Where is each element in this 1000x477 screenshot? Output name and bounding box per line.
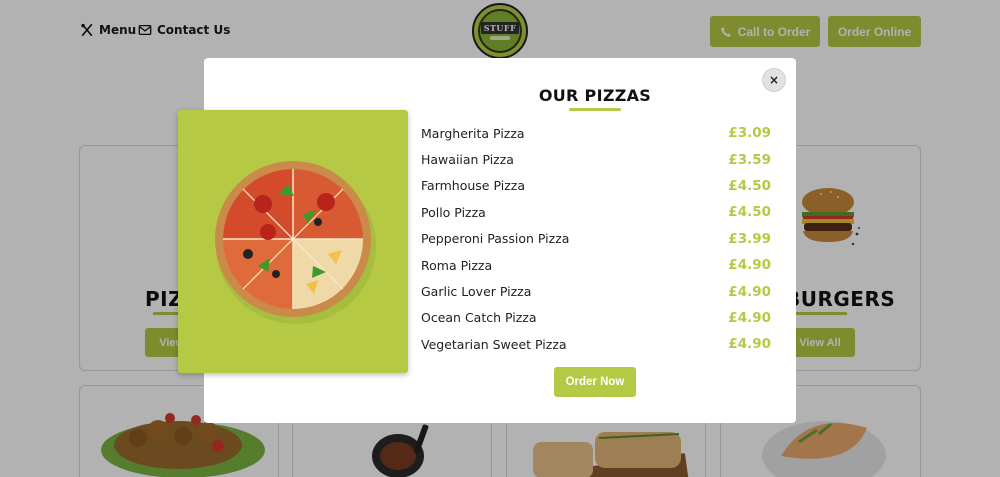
list-item: Hawaiian Pizza £3.59 — [421, 146, 771, 172]
list-item: Garlic Lover Pizza £4.90 — [421, 278, 771, 304]
item-price: £3.09 — [728, 125, 771, 142]
list-item: Pepperoni Passion Pizza £3.99 — [421, 226, 771, 252]
item-price: £4.90 — [728, 336, 771, 353]
item-name: Margherita Pizza — [421, 125, 525, 141]
item-price: £4.90 — [728, 257, 771, 274]
item-price: £4.50 — [728, 177, 771, 194]
item-name: Farmhouse Pizza — [421, 178, 525, 194]
modal-title-underline — [569, 108, 621, 111]
item-name: Hawaiian Pizza — [421, 152, 514, 168]
list-item: Pollo Pizza £4.50 — [421, 199, 771, 225]
item-price: £4.90 — [728, 283, 771, 300]
close-icon[interactable]: × — [762, 68, 786, 92]
pizza-menu-list: Margherita Pizza £3.09 Hawaiian Pizza £3… — [421, 120, 771, 358]
list-item: Farmhouse Pizza £4.50 — [421, 173, 771, 199]
item-name: Vegetarian Sweet Pizza — [421, 336, 567, 352]
pizza-image — [215, 161, 376, 324]
item-price: £3.99 — [728, 230, 771, 247]
item-name: Garlic Lover Pizza — [421, 284, 532, 300]
order-now-button[interactable]: Order Now — [554, 367, 636, 397]
item-name: Pollo Pizza — [421, 204, 486, 220]
item-price: £4.50 — [728, 204, 771, 221]
list-item: Roma Pizza £4.90 — [421, 252, 771, 278]
item-price: £4.90 — [728, 309, 771, 326]
item-price: £3.59 — [728, 151, 771, 168]
item-name: Ocean Catch Pizza — [421, 310, 537, 326]
list-item: Vegetarian Sweet Pizza £4.90 — [421, 331, 771, 357]
modal-title: OUR PIZZAS — [538, 86, 652, 105]
item-name: Pepperoni Passion Pizza — [421, 231, 570, 247]
item-name: Roma Pizza — [421, 257, 493, 273]
list-item: Ocean Catch Pizza £4.90 — [421, 305, 771, 331]
list-item: Margherita Pizza £3.09 — [421, 120, 771, 146]
pizza-image-panel — [178, 110, 408, 373]
